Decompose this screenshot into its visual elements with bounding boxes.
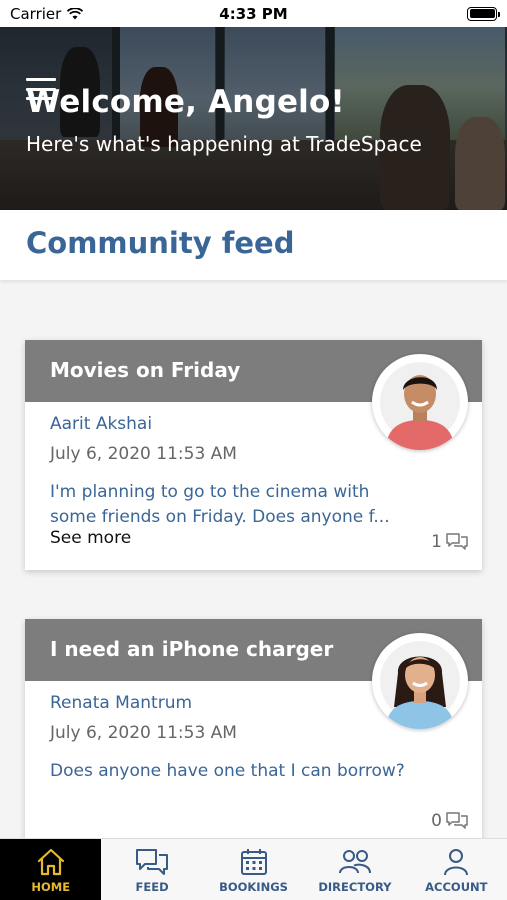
avatar — [372, 633, 468, 729]
comment-count-value: 0 — [431, 811, 442, 831]
tab-label: BOOKINGS — [219, 880, 288, 894]
welcome-subtitle: Here's what's happening at TradeSpace — [26, 132, 422, 156]
feed-card[interactable]: Movies on Friday Aarit Akshai July 6, 20… — [25, 340, 482, 570]
tab-label: DIRECTORY — [318, 880, 392, 894]
post-author[interactable]: Renata Mantrum — [50, 693, 192, 713]
tab-directory[interactable]: DIRECTORY — [304, 839, 405, 900]
comment-icon — [446, 533, 468, 550]
comment-count[interactable]: 1 — [431, 532, 468, 552]
status-bar: Carrier 4:33 PM — [0, 0, 507, 27]
tab-label: HOME — [31, 880, 71, 894]
section-title: Community feed — [26, 226, 295, 260]
chat-icon — [136, 849, 169, 875]
tab-account[interactable]: ACCOUNT — [406, 839, 507, 900]
post-title: I need an iPhone charger — [50, 637, 334, 661]
comment-icon — [446, 812, 468, 829]
post-author[interactable]: Aarit Akshai — [50, 414, 152, 434]
home-icon — [37, 848, 64, 876]
post-date: July 6, 2020 11:53 AM — [50, 444, 237, 464]
avatar — [372, 354, 468, 450]
tab-bar: HOME FEED BOOKINGS DIRECTORY ACCOUNT — [0, 838, 507, 900]
user-icon — [444, 849, 469, 876]
status-time: 4:33 PM — [219, 4, 288, 23]
tab-bookings[interactable]: BOOKINGS — [203, 839, 304, 900]
status-left: Carrier — [10, 4, 84, 23]
welcome-title: Welcome, Angelo! — [26, 84, 345, 120]
wifi-icon — [67, 7, 84, 19]
battery-icon — [467, 6, 500, 21]
post-body: I'm planning to go to the cinema with so… — [50, 482, 390, 527]
feed-card[interactable]: I need an iPhone charger Renata Mantrum … — [25, 619, 482, 849]
tab-home[interactable]: HOME — [0, 839, 102, 900]
comment-count[interactable]: 0 — [431, 811, 468, 831]
comment-count-value: 1 — [431, 532, 442, 552]
hamburger-icon — [26, 78, 56, 81]
post-title: Movies on Friday — [50, 358, 241, 382]
see-more-link[interactable]: See more — [50, 528, 131, 548]
calendar-icon — [240, 849, 267, 875]
tab-label: FEED — [135, 880, 169, 894]
people-icon — [338, 850, 371, 874]
post-date: July 6, 2020 11:53 AM — [50, 723, 237, 743]
tab-label: ACCOUNT — [425, 880, 488, 894]
tab-feed[interactable]: FEED — [101, 839, 202, 900]
post-body: Does anyone have one that I can borrow? — [50, 761, 405, 781]
feed-section-header: Community feed — [0, 210, 507, 280]
carrier-label: Carrier — [10, 4, 62, 23]
